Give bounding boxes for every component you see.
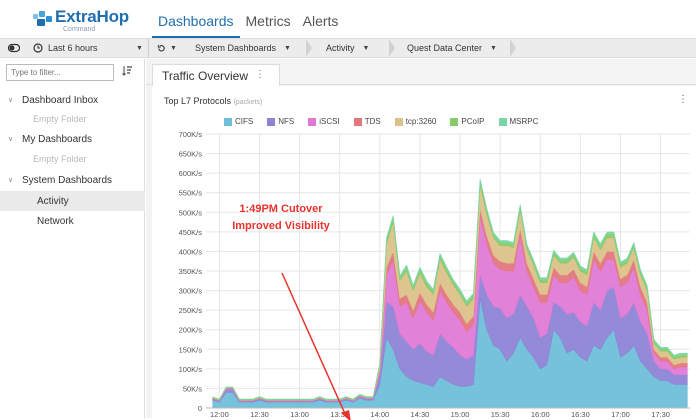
sidebar-group-system-dashboards[interactable]: ∨ System Dashboards: [0, 170, 145, 190]
y-tick-label: 650K/s: [179, 150, 203, 159]
annotation-arrow: [281, 272, 347, 417]
legend-label: tcp:3260: [405, 117, 437, 126]
main-content: Traffic Overview ⋮ Top L7 Protocols (pac…: [146, 59, 696, 420]
legend-item-cifs[interactable]: CIFS: [224, 117, 253, 126]
chart-legend: CIFS NFS iSCSI TDS tcp:3260 PCoIP MSRPC: [224, 117, 538, 126]
breadcrumb-label: System Dashboards: [195, 43, 277, 53]
sidebar-group-my-dashboards[interactable]: ∨ My Dashboards: [0, 129, 145, 149]
chevron-down-icon: ∨: [8, 177, 14, 184]
tab-traffic-overview[interactable]: Traffic Overview ⋮: [152, 64, 280, 86]
legend-swatch: [353, 117, 362, 126]
y-tick-label: 200K/s: [179, 326, 203, 335]
legend-item-msrpc[interactable]: MSRPC: [498, 117, 539, 126]
chevron-down-icon: ∨: [8, 97, 14, 104]
annotation-line-2: Improved Visibility: [232, 220, 330, 232]
y-tick-label: 250K/s: [179, 306, 203, 315]
nav-tab-alerts[interactable]: Alerts: [297, 9, 345, 38]
y-tick-label: 300K/s: [179, 287, 203, 296]
extrahop-logo[interactable]: ExtraHop Command: [33, 8, 129, 33]
filter-input[interactable]: [6, 64, 114, 81]
sort-icon[interactable]: [122, 65, 133, 79]
chevron-down-icon: ▼: [362, 44, 370, 52]
sidebar-item-activity[interactable]: Activity: [0, 191, 145, 211]
legend-swatch: [394, 117, 403, 126]
time-range-caret-icon[interactable]: ▼: [136, 39, 143, 57]
clock-icon: [33, 43, 43, 53]
sidebar-group-label: System Dashboards: [22, 174, 113, 186]
breadcrumb-system-dashboards[interactable]: System Dashboards ▼: [195, 39, 291, 57]
sidebar-group-label: Dashboard Inbox: [22, 94, 99, 106]
time-range-selector[interactable]: Last 6 hours: [33, 39, 98, 57]
y-tick-label: 600K/s: [179, 169, 203, 178]
annotation-line-1: 1:49PM Cutover: [239, 203, 323, 215]
y-tick-label: 400K/s: [179, 247, 203, 256]
legend-label: TDS: [364, 117, 381, 126]
legend-swatch: [267, 117, 276, 126]
breadcrumb-quest-data-center[interactable]: Quest Data Center ▼: [407, 39, 497, 57]
legend-item-nfs[interactable]: NFS: [267, 117, 294, 126]
panel-title: Top L7 Protocols (packets): [164, 96, 262, 106]
y-tick-label: 150K/s: [179, 345, 203, 354]
tab-menu-icon[interactable]: ⋮: [255, 69, 265, 80]
logo-name: ExtraHop: [55, 7, 129, 26]
empty-folder-label: Empty Folder: [33, 114, 87, 124]
y-tick-label: 550K/s: [179, 189, 203, 198]
logo-subtitle: Command: [63, 26, 96, 33]
legend-item-tds[interactable]: TDS: [353, 117, 381, 126]
sidebar-item-network[interactable]: Network: [0, 211, 145, 231]
chevron-down-icon: ∨: [8, 136, 14, 143]
breadcrumb-label: Quest Data Center: [407, 43, 483, 53]
stacked-area-chart[interactable]: 0 50K/s 100K/s 150K/s 200K/s 250K/s 300K/s 350K…: [152, 130, 696, 420]
y-tick-label: 500K/s: [179, 208, 203, 217]
chevron-down-icon: ▼: [490, 44, 497, 52]
logo-mark-icon: [33, 11, 53, 27]
legend-item-pcoip[interactable]: PCoIP: [450, 117, 485, 126]
legend-label: PCoIP: [461, 117, 485, 126]
chart-panel: Top L7 Protocols (packets) ⋮ CIFS NFS iS…: [152, 86, 696, 420]
legend-swatch: [450, 117, 459, 126]
page-tab-label: Traffic Overview: [162, 69, 249, 83]
empty-folder-label: Empty Folder: [33, 154, 87, 164]
legend-label: MSRPC: [509, 117, 539, 126]
y-tick-label: 0: [198, 404, 202, 413]
legend-item-tcp-3260[interactable]: tcp:3260: [394, 117, 437, 126]
sidebar-group-label: My Dashboards: [22, 133, 93, 145]
legend-swatch: [224, 117, 232, 126]
legend-label: iSCSI: [319, 117, 340, 126]
chevron-down-icon: ▼: [284, 44, 291, 52]
y-tick-label: 450K/s: [179, 228, 203, 237]
legend-swatch: [308, 117, 317, 126]
y-tick-label: 350K/s: [179, 267, 203, 276]
sidebar-toggle-icon[interactable]: [8, 39, 20, 57]
main-nav: Dashboards Metrics Alerts: [152, 9, 344, 38]
panel-menu-icon[interactable]: ⋮: [678, 94, 688, 105]
toolbar: Last 6 hours ▼ ▼ System Dashboards ▼ Act…: [0, 38, 696, 58]
chart-unit: (packets): [233, 99, 263, 106]
legend-item-iscsi[interactable]: iSCSI: [308, 117, 340, 126]
top-bar: ExtraHop Command Dashboards Metrics Aler…: [0, 0, 696, 38]
y-tick-label: 100K/s: [179, 365, 203, 374]
history-menu-button[interactable]: ▼: [157, 39, 177, 57]
breadcrumb-label: Activity: [326, 43, 355, 53]
y-tick-label: 700K/s: [179, 130, 203, 139]
legend-swatch: [498, 117, 507, 126]
sidebar: ∨ Dashboard Inbox Empty Folder ∨ My Dash…: [0, 59, 145, 418]
legend-label: NFS: [278, 117, 295, 126]
chart-title: Top L7 Protocols: [164, 96, 232, 106]
y-tick-label: 50K/s: [183, 384, 202, 393]
page-tab-strip: Traffic Overview ⋮: [146, 59, 696, 86]
nav-tab-dashboards[interactable]: Dashboards: [152, 9, 240, 38]
sidebar-group-dashboard-inbox[interactable]: ∨ Dashboard Inbox: [0, 90, 145, 110]
chart-annotation: 1:49PM Cutover Improved Visibility: [232, 203, 351, 420]
nav-tab-metrics[interactable]: Metrics: [240, 9, 297, 38]
history-icon: [157, 44, 165, 51]
time-range-label: Last 6 hours: [48, 43, 98, 53]
legend-label: CIFS: [235, 117, 254, 126]
breadcrumb-activity[interactable]: Activity ▼: [326, 39, 369, 57]
